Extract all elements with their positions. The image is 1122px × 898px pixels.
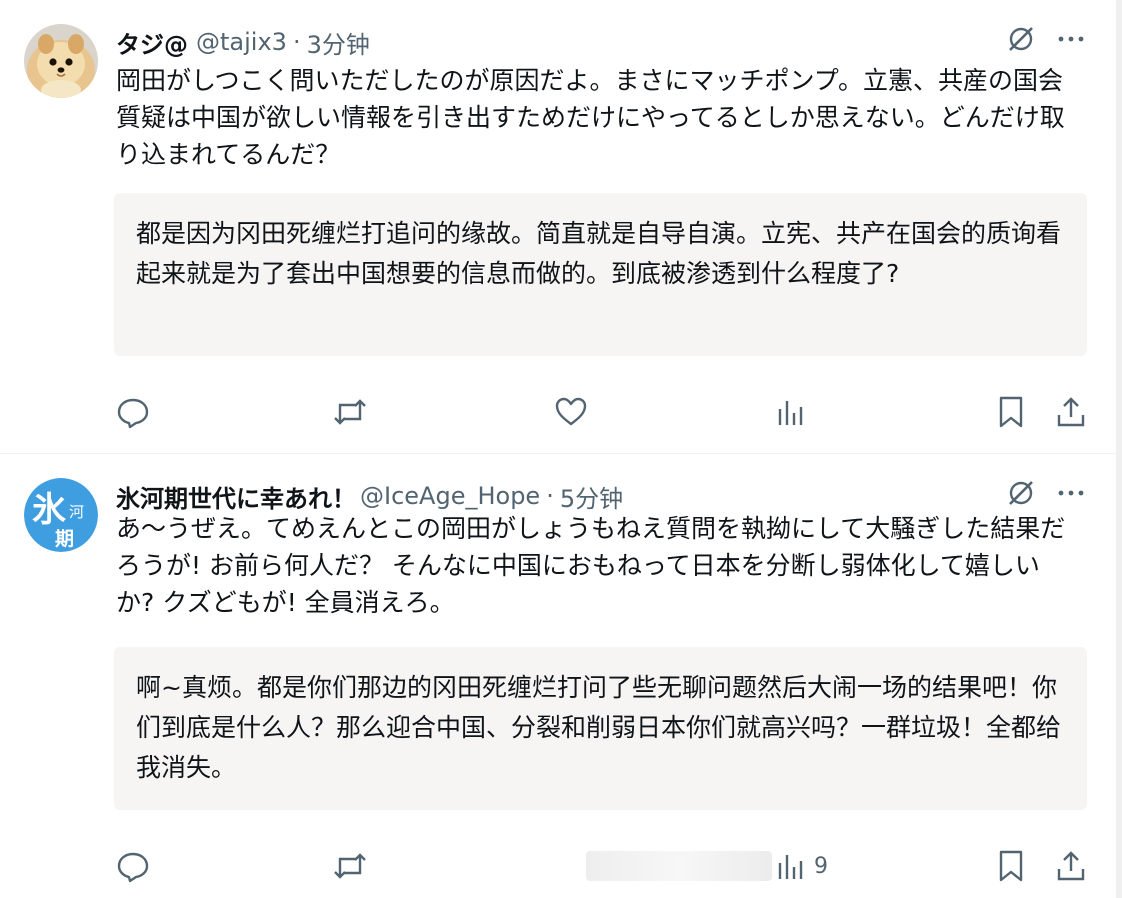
tweet-header: 氷河期世代に幸あれ！ @IceAge_Hope · 5分钟 [116, 478, 1086, 514]
svg-text:氷: 氷 [32, 490, 67, 530]
svg-text:期: 期 [55, 528, 74, 550]
tweet-divider [0, 453, 1116, 454]
translation-box: 都是因为冈田死缠烂打追问的缘故。简直就是自导自演。立宪、共产在国会的质询看起来就… [114, 193, 1087, 356]
share-icon [1054, 395, 1088, 429]
tweet-text: 岡田がしつこく問いただしたのが原因だよ。まさにマッチポンプ。立憲、共産の国会質疑… [116, 66, 1065, 169]
retweet-button[interactable] [332, 394, 368, 430]
tweet-actions: 9 [116, 848, 1096, 884]
tweet-header: タジ@ @tajix3 · 3分钟 [116, 24, 1086, 60]
grok-icon[interactable] [1006, 24, 1036, 60]
bookmark-button[interactable] [996, 394, 1026, 430]
reply-icon [116, 395, 150, 429]
bookmark-button[interactable] [996, 848, 1026, 884]
separator-dot: · [292, 28, 301, 56]
views-count: 9 [814, 853, 828, 879]
bookmark-icon [996, 395, 1026, 429]
views-icon [776, 395, 806, 429]
grok-icon[interactable] [1006, 478, 1036, 514]
ice-age-avatar-image: 氷 河 期 [24, 478, 98, 552]
user-handle[interactable]: @IceAge_Hope [360, 482, 540, 510]
share-icon [1054, 849, 1088, 883]
views-button[interactable] [776, 394, 814, 430]
svg-text:河: 河 [69, 503, 84, 521]
reply-icon [116, 849, 150, 883]
more-icon[interactable] [1056, 24, 1086, 60]
share-button[interactable] [1054, 848, 1088, 884]
retweet-icon [332, 849, 368, 883]
like-button[interactable] [554, 394, 588, 430]
timestamp[interactable]: 3分钟 [307, 25, 370, 60]
tweet[interactable]: タジ@ @tajix3 · 3分钟 岡田がしつこく問いただしたのが原因だよ。まさ… [0, 0, 1116, 454]
tweet-actions [116, 394, 1096, 430]
pomeranian-avatar-image [24, 24, 98, 98]
like-icon [554, 395, 588, 429]
header-actions [1006, 24, 1086, 60]
more-icon[interactable] [1056, 478, 1086, 514]
retweet-icon [332, 395, 368, 429]
bookmark-icon [996, 849, 1026, 883]
user-handle[interactable]: @tajix3 [196, 28, 287, 56]
retweet-button[interactable] [332, 848, 368, 884]
reply-button[interactable] [116, 394, 150, 430]
views-icon [776, 849, 806, 883]
header-actions [1006, 478, 1086, 514]
views-button[interactable]: 9 [776, 848, 828, 884]
timestamp[interactable]: 5分钟 [560, 479, 623, 514]
tweet-text: あ〜うぜえ。てめえんとこの岡田がしょうもねえ質問を執拗にして大騒ぎした結果だろう… [116, 514, 1066, 617]
tweet[interactable]: 氷 河 期 氷河期世代に幸あれ！ @IceAge_Hope · 5分钟 あ〜うぜ… [0, 455, 1116, 898]
translation-box: 啊~真烦。都是你们那边的冈田死缠烂打问了些无聊问题然后大闹一场的结果吧！你们到底… [114, 647, 1087, 810]
display-name[interactable]: 氷河期世代に幸あれ！ [116, 479, 356, 514]
reply-button[interactable] [116, 848, 150, 884]
blurred-region [586, 851, 772, 881]
share-button[interactable] [1054, 394, 1088, 430]
separator-dot: · [546, 482, 554, 510]
avatar[interactable]: 氷 河 期 [24, 478, 98, 552]
avatar[interactable] [24, 24, 98, 98]
scrollbar[interactable] [1116, 0, 1122, 898]
display-name[interactable]: タジ@ [116, 25, 188, 60]
